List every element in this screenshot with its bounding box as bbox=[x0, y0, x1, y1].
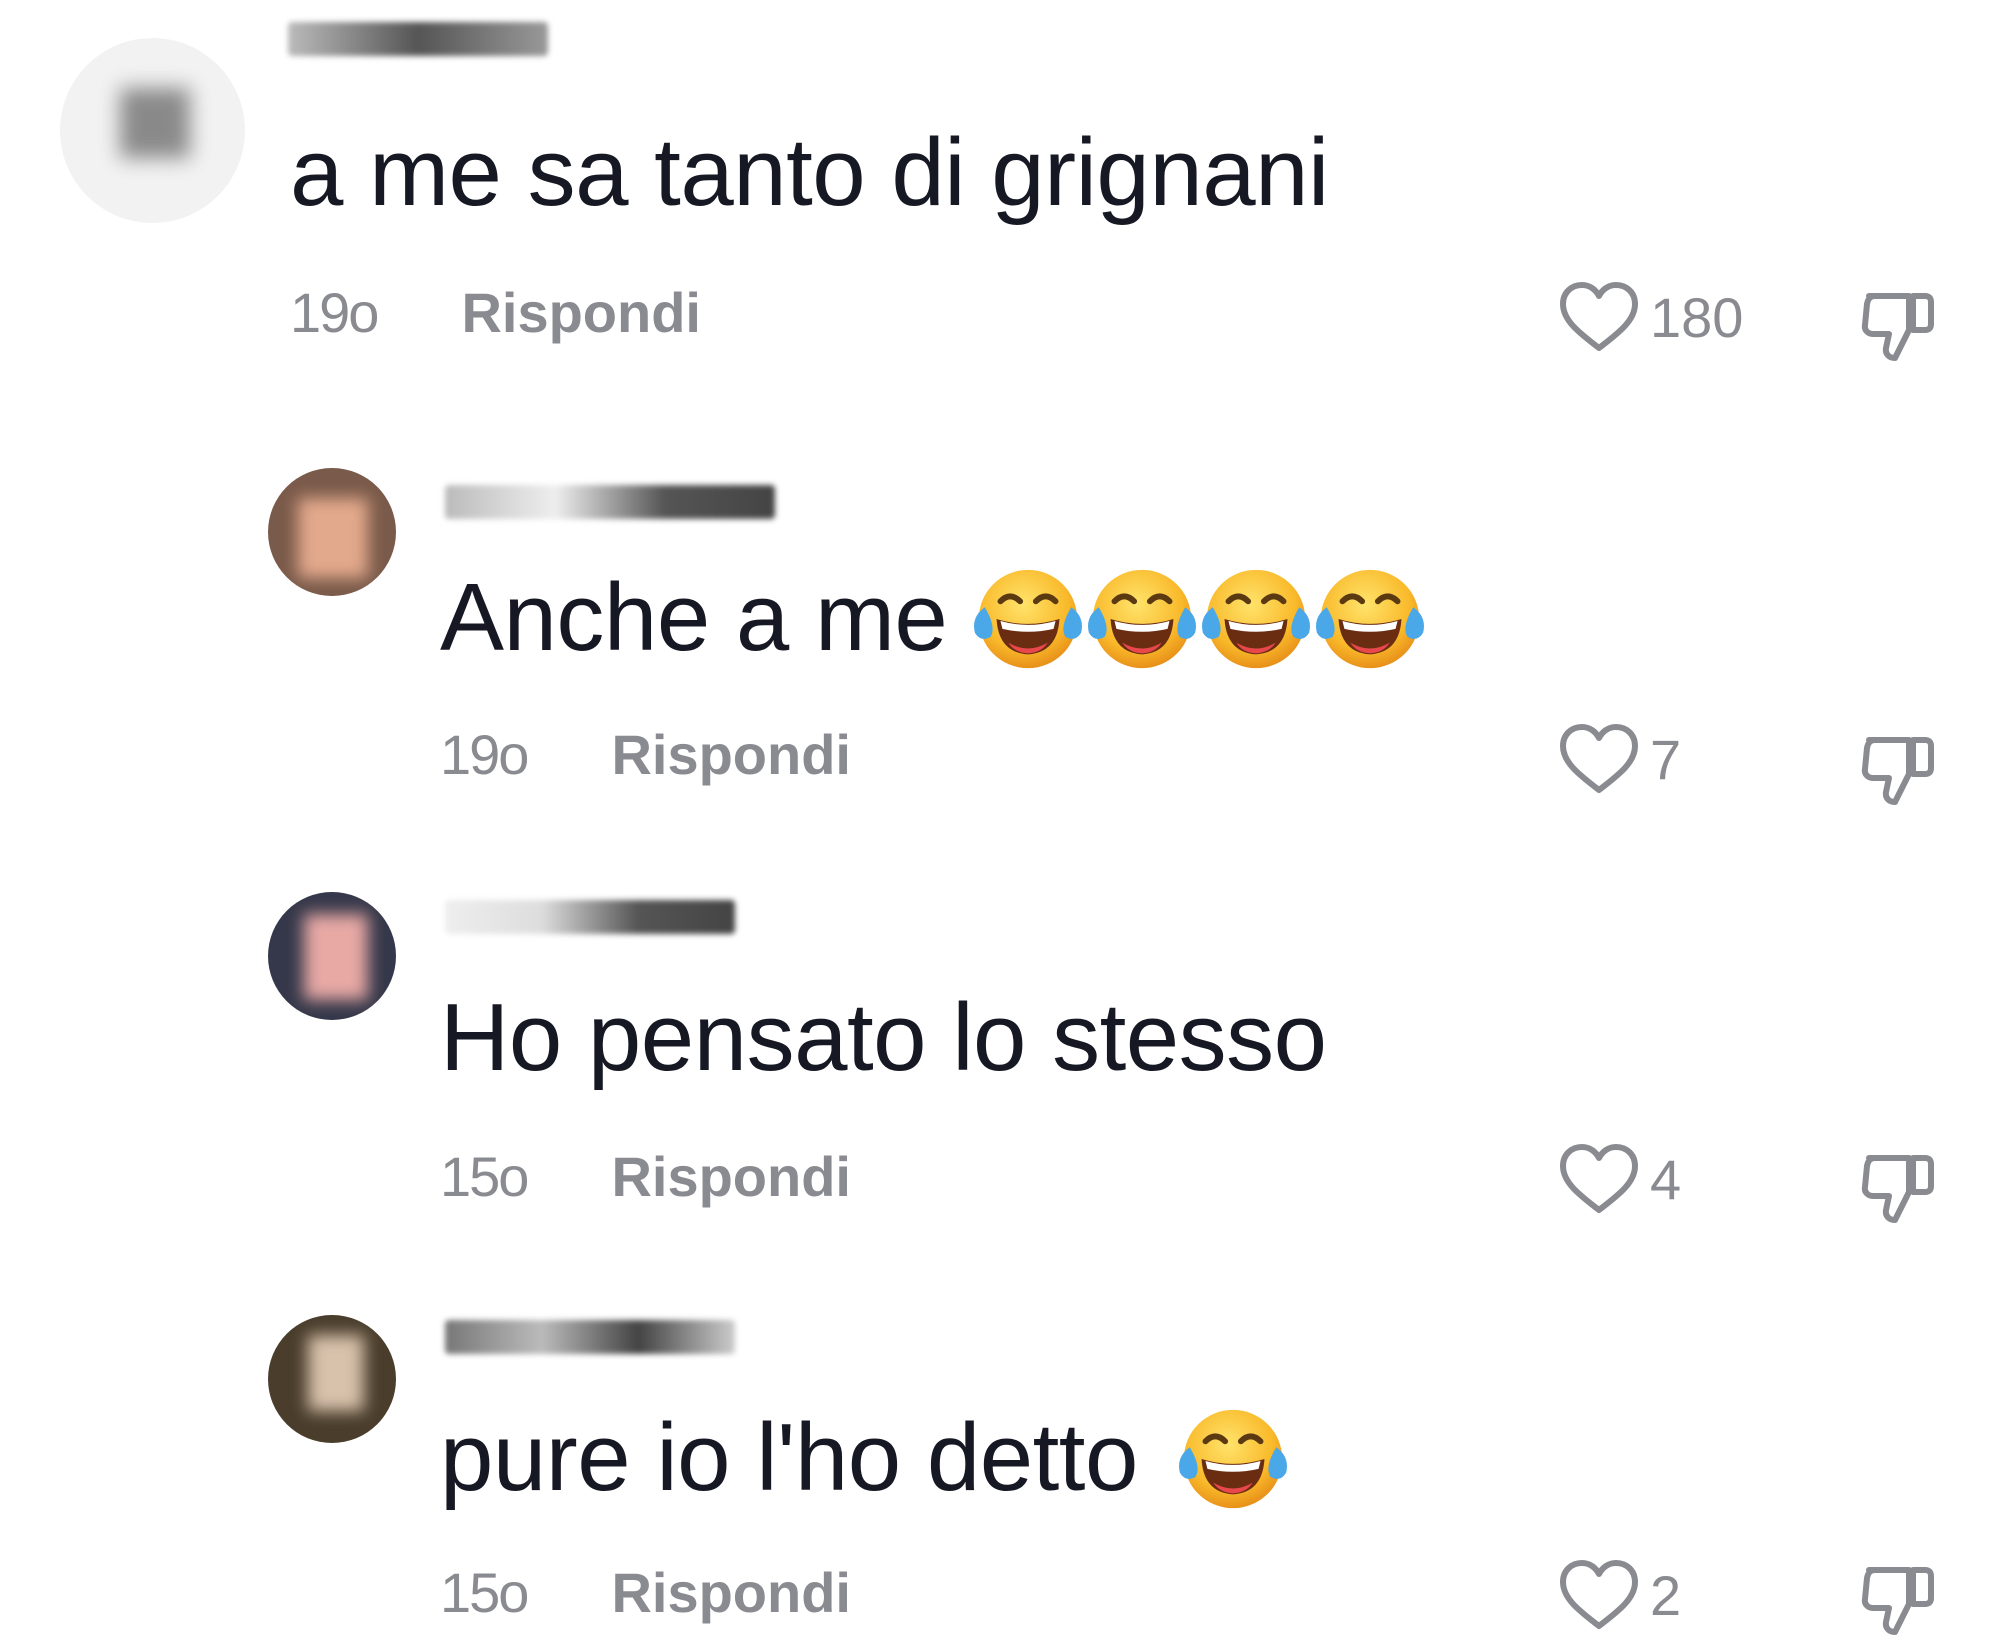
comment-meta: 15o Rispondi bbox=[440, 1560, 851, 1625]
face-with-tears-of-joy-emoji bbox=[1174, 1400, 1292, 1518]
comment-text-content: pure io l'ho detto bbox=[440, 1404, 1138, 1511]
comment-text: pure io l'ho detto bbox=[440, 1400, 1292, 1518]
comment-age: 15o bbox=[440, 1561, 529, 1624]
like-count: 2 bbox=[1650, 1563, 1682, 1627]
avatar[interactable] bbox=[268, 1315, 396, 1443]
like-button[interactable]: 2 bbox=[1558, 1558, 1681, 1632]
comments-screen: { "comments": [ { "username": "", "text"… bbox=[0, 0, 2000, 1648]
reply-button[interactable]: Rispondi bbox=[611, 1561, 851, 1624]
comment-item: pure io l'ho detto 15o Rispondi 2 bbox=[0, 0, 2000, 1648]
username[interactable] bbox=[445, 1320, 735, 1354]
heart-outline-icon bbox=[1558, 1558, 1640, 1632]
thumbs-down-icon[interactable] bbox=[1855, 1552, 1943, 1640]
